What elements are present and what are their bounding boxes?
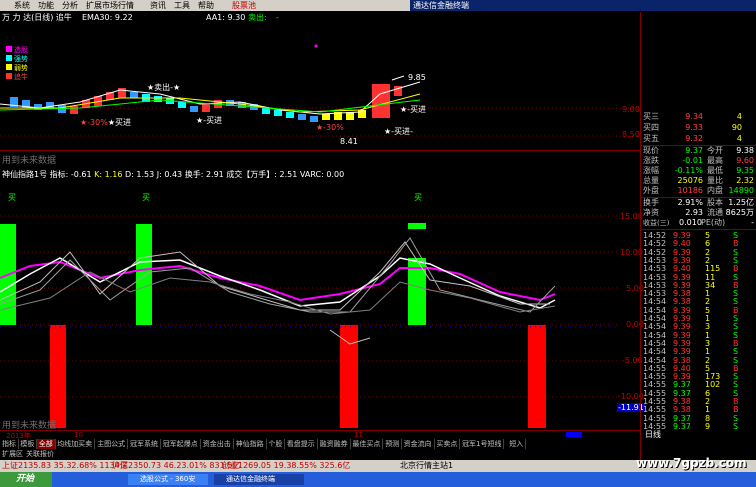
- stock-title: 万 力 达(日线) 追牛: [2, 13, 72, 22]
- site-watermark: www.7gpzb.com: [636, 456, 747, 470]
- quote-bid-3: 买三 9.34 4: [643, 112, 756, 122]
- price-high-label: 9.85: [408, 73, 426, 82]
- tab-14[interactable]: 资金流向: [402, 439, 435, 449]
- watermark-future-data-top: 用到未来数据: [2, 156, 57, 166]
- annotation-buy-3: ★-30%: [316, 123, 344, 132]
- chart-bottom-divider: [0, 430, 640, 431]
- quote-bid-3-label: 买三: [643, 112, 659, 121]
- menu-bar: 系统 功能 分析 扩展市场行情 资讯 工具 帮助 股票池 通达信金融终端: [0, 0, 756, 11]
- stat-change: 涨跌 -0.01 最高 9.60: [643, 156, 754, 165]
- indicator-tab-bar: 指标 模板 全部 均线加买卖 主图公式 冠军系统 冠军起爆点 资金出击 神仙指路 个股 看盘提示 融资…: [0, 439, 640, 449]
- tab-17[interactable]: 短入: [507, 439, 527, 449]
- ytick-ind-5: 5.00: [626, 284, 644, 293]
- quote-bid-4-vol: 90: [731, 123, 742, 132]
- indicator-d: D: 1.53: [124, 170, 155, 179]
- indicator-turnover: 换手: 2.91: [184, 170, 224, 179]
- menu-item-extended-market[interactable]: 扩展市场行情: [86, 0, 134, 11]
- quote-bid-4: 买四 9.33 90: [643, 123, 756, 133]
- indicator-volume: 成交【万手】: 2.51: [226, 170, 298, 179]
- tab-4[interactable]: 主图公式: [95, 439, 129, 449]
- tab-13[interactable]: 预测: [383, 439, 403, 449]
- app-title: 通达信金融终端: [410, 0, 756, 11]
- taskbar: 开始 选股公式 - 360安 通达信金融终端: [0, 472, 756, 487]
- ytick-ind-0: 0.00: [626, 320, 644, 329]
- sell-label: 卖出:: [248, 13, 267, 22]
- tab-7[interactable]: 资金出击: [201, 439, 234, 449]
- sell-value: -: [276, 13, 279, 22]
- tab-12[interactable]: 最佳买点: [350, 439, 384, 449]
- tab-5[interactable]: 冠军系统: [128, 439, 161, 449]
- indicator-j: J: 0.43: [156, 170, 183, 179]
- quote-bid-4-label: 买四: [643, 123, 659, 132]
- quote-bid-5: 买五 9.32 4: [643, 134, 756, 144]
- start-button[interactable]: 开始: [0, 472, 52, 487]
- tab-0[interactable]: 指标: [0, 439, 19, 449]
- period-footer[interactable]: 日线: [645, 430, 755, 440]
- stat-price: 现价 9.37 今开 9.38: [643, 146, 754, 155]
- stat-earnings: 收益(三) 0.010 PE(动) -: [643, 218, 754, 227]
- aa1-value: AA1: 9.30: [206, 13, 246, 22]
- tab-16[interactable]: 冠军1号短线: [460, 439, 505, 449]
- annotation-buy-4: ★-买进-: [384, 127, 413, 136]
- main-chart-header: 万 力 达(日线) 追牛 EMA30: 9.22 AA1: 9.30 卖出: -: [0, 12, 640, 23]
- quote-bid-5-price: 9.32: [685, 134, 703, 143]
- quote-bid-5-label: 买五: [643, 134, 659, 143]
- stat-volume: 总量 25076 量比 2.32: [643, 176, 754, 185]
- tab-11[interactable]: 融资融券: [318, 439, 351, 449]
- indicator-value: -0.61: [70, 170, 92, 179]
- panel-divider: [0, 150, 640, 151]
- menu-item-analysis[interactable]: 分析: [62, 0, 78, 11]
- tab-3[interactable]: 均线加买卖: [55, 439, 96, 449]
- status-chinext: 创业1269.05 19.38.55% 325.6亿: [222, 461, 351, 470]
- buy-signal-label-1: 买: [8, 193, 16, 202]
- status-shanghai: 上证2135.83 35.32.68% 1134亿: [2, 461, 128, 470]
- menu-item-info[interactable]: 资讯: [150, 0, 166, 11]
- indicator-name: 神仙指路1号 指标:: [2, 170, 69, 179]
- quote-bid-5-vol: 4: [736, 134, 742, 143]
- ytick-main-1: 9.00: [622, 105, 640, 114]
- quote-bid-3-price: 9.34: [685, 112, 703, 121]
- stat-outer: 外盘 10186 内盘 14890: [643, 186, 754, 195]
- buy-signal-label-2: 买: [142, 193, 150, 202]
- indicator-varc: VARC: 0.00: [299, 170, 345, 179]
- indicator-chart: [0, 215, 620, 428]
- tab-15[interactable]: 买卖点: [434, 439, 461, 449]
- quote-bid-3-vol: 4: [736, 112, 742, 121]
- stat-turnover: 换手 2.91% 股本 1.25亿: [643, 198, 754, 207]
- stat-net-assets: 净资 2.93 流通 8625万: [643, 208, 754, 217]
- tab-related-quote[interactable]: 关联报价: [26, 449, 54, 459]
- tab-9[interactable]: 个股: [266, 439, 286, 449]
- menu-item-system[interactable]: 系统: [14, 0, 30, 11]
- tab-extension-area[interactable]: 扩展区: [2, 449, 23, 459]
- menu-item-help[interactable]: 帮助: [198, 0, 214, 11]
- stock-pool-badge[interactable]: 股票池: [232, 0, 256, 11]
- ytick-main-2: 8.50: [622, 130, 640, 139]
- tab-8[interactable]: 神仙指路: [234, 439, 267, 449]
- tab-6[interactable]: 冠军起爆点: [161, 439, 201, 449]
- xlabel-nov: 11: [354, 431, 363, 439]
- sub-tab-bar: 扩展区 关联报价: [0, 449, 640, 459]
- menu-item-function[interactable]: 功能: [38, 0, 54, 11]
- right-panel-separator: [640, 12, 641, 460]
- status-server: 北京行情主站1: [400, 461, 454, 470]
- indicator-k: K: 1.16: [94, 170, 123, 179]
- ema-value: EMA30: 9.22: [82, 13, 133, 22]
- menu-item-tools[interactable]: 工具: [174, 0, 190, 11]
- quote-bid-4-price: 9.33: [685, 123, 703, 132]
- taskbar-item-tdx[interactable]: 通达信金融终端: [214, 474, 304, 485]
- tab-1[interactable]: 模板: [18, 439, 38, 449]
- buy-signal-label-3: 买: [414, 193, 422, 202]
- xlabel-oct: 10: [74, 431, 83, 439]
- taskbar-item-formula[interactable]: 选股公式 - 360安: [128, 474, 208, 485]
- scrollbar-thumb[interactable]: [566, 432, 582, 437]
- stat-change-pct: 涨幅 -0.11% 最低 9.35: [643, 166, 754, 175]
- tab-2[interactable]: 全部: [36, 439, 56, 449]
- price-low-label: 8.41: [340, 137, 358, 146]
- annotation-buy-5: ★-买进: [400, 105, 427, 114]
- tab-10[interactable]: 看盘提示: [285, 439, 318, 449]
- annotation-sell: ★卖出-★: [147, 83, 181, 92]
- annotation-buy-2: ★-买进: [196, 116, 223, 125]
- indicator-header: 神仙指路1号 指标: -0.61 K: 1.16 D: 1.53 J: 0.43…: [2, 170, 638, 180]
- annotation-buy-1: ★-30%★买进: [80, 118, 132, 127]
